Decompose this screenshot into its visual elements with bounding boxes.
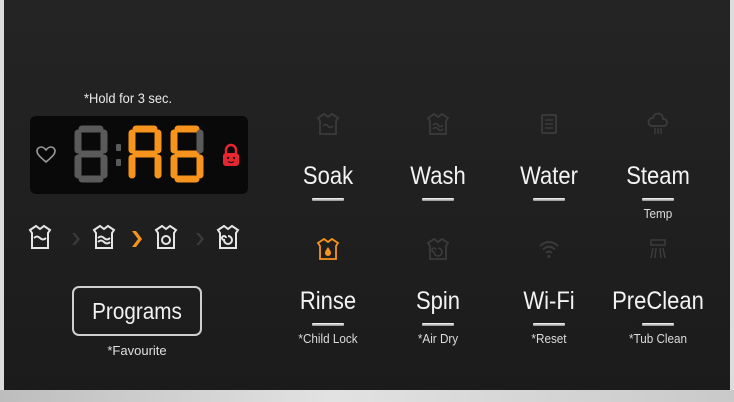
- rinse-label: Rinse: [299, 287, 357, 315]
- programs-button[interactable]: Programs: [72, 286, 202, 336]
- programs-sub-label: *Favourite: [107, 343, 167, 358]
- steam-icon: [647, 112, 668, 134]
- digit-8: [74, 125, 108, 183]
- wifi-icon: [539, 241, 559, 258]
- digit-A: [128, 125, 162, 179]
- soak-icon: [316, 112, 340, 135]
- cycle-progress: [28, 224, 240, 249]
- heart-icon: [36, 146, 56, 164]
- steam-label: Steam: [626, 162, 690, 190]
- time-digits: [74, 125, 204, 183]
- wash-button[interactable]: Wash: [383, 112, 493, 201]
- digit-6: [170, 125, 204, 183]
- wash-icon: [426, 112, 450, 135]
- hold-note: *Hold for 3 sec.: [84, 90, 173, 106]
- rinse-indicator: [312, 323, 344, 326]
- spin-label: Spin: [415, 287, 461, 315]
- wash-label: Wash: [410, 162, 466, 190]
- soak-indicator: [312, 198, 344, 201]
- water-button[interactable]: Water: [494, 112, 604, 201]
- steam-button[interactable]: Steam Temp: [603, 112, 713, 221]
- steam-indicator: [642, 198, 674, 201]
- dry-stage-icon: [216, 224, 240, 249]
- preclean-label: PreClean: [612, 287, 704, 315]
- colon: [116, 144, 121, 166]
- preclean-sub-label: *Tub Clean: [628, 331, 688, 346]
- chevron-icon: [196, 233, 204, 245]
- preclean-button[interactable]: PreClean *Tub Clean: [603, 237, 713, 346]
- programs-label: Programs: [92, 298, 182, 324]
- child-lock-icon: [223, 143, 239, 166]
- wifi-label: Wi-Fi: [523, 287, 575, 315]
- steam-sub-label: Temp: [643, 206, 673, 221]
- wifi-indicator: [533, 323, 565, 326]
- water-label: Water: [520, 162, 578, 190]
- wifi-button[interactable]: Wi-Fi *Reset: [494, 237, 604, 346]
- rinse-button[interactable]: Rinse *Child Lock: [273, 237, 383, 346]
- soak-button[interactable]: Soak: [273, 112, 383, 201]
- preclean-indicator: [642, 323, 674, 326]
- wifi-sub-label: *Reset: [531, 331, 567, 346]
- spin-button[interactable]: Spin *Air Dry: [383, 237, 493, 346]
- water-level-icon: [541, 114, 557, 134]
- spin-sub-label: *Air Dry: [417, 331, 459, 346]
- active-chevron-icon: [132, 231, 142, 247]
- wash-stage-icon: [28, 224, 52, 249]
- preclean-icon: [650, 239, 666, 259]
- rinse-icon: [316, 237, 340, 260]
- rinse-sub-label: *Child Lock: [298, 331, 358, 346]
- wash-indicator: [422, 198, 454, 201]
- spin-icon: [426, 237, 450, 260]
- water-indicator: [533, 198, 565, 201]
- chevron-icon: [72, 233, 80, 245]
- panel-bottom-trim: [0, 390, 734, 402]
- spin-stage-icon: [154, 224, 178, 249]
- spin-indicator: [422, 323, 454, 326]
- rinse-stage-icon: [92, 224, 116, 249]
- washer-control-panel: *Hold for 3 sec. Programs *Favourite Soa…: [0, 0, 734, 402]
- soak-label: Soak: [302, 162, 354, 190]
